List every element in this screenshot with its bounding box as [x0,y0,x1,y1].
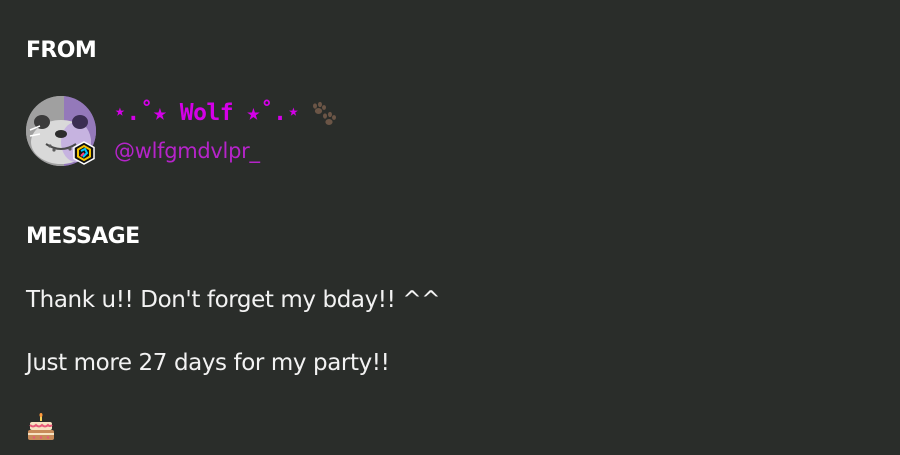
from-heading: FROM [26,38,97,63]
user-username[interactable]: @wlfgmdvlpr_ [114,139,260,163]
message-text-line: Thank u!! Don't forget my bday!! ^^ [26,287,441,313]
paw-prints-icon [313,101,336,125]
birthday-cake-icon [28,413,54,440]
user-display-name[interactable]: ⋆.˚★ Wolf ★˚.⋆ [113,100,300,126]
hexagon-badge-icon [73,141,95,165]
message-text-line: Just more 27 days for my party!! [26,350,390,376]
message-heading: MESSAGE [26,224,140,249]
